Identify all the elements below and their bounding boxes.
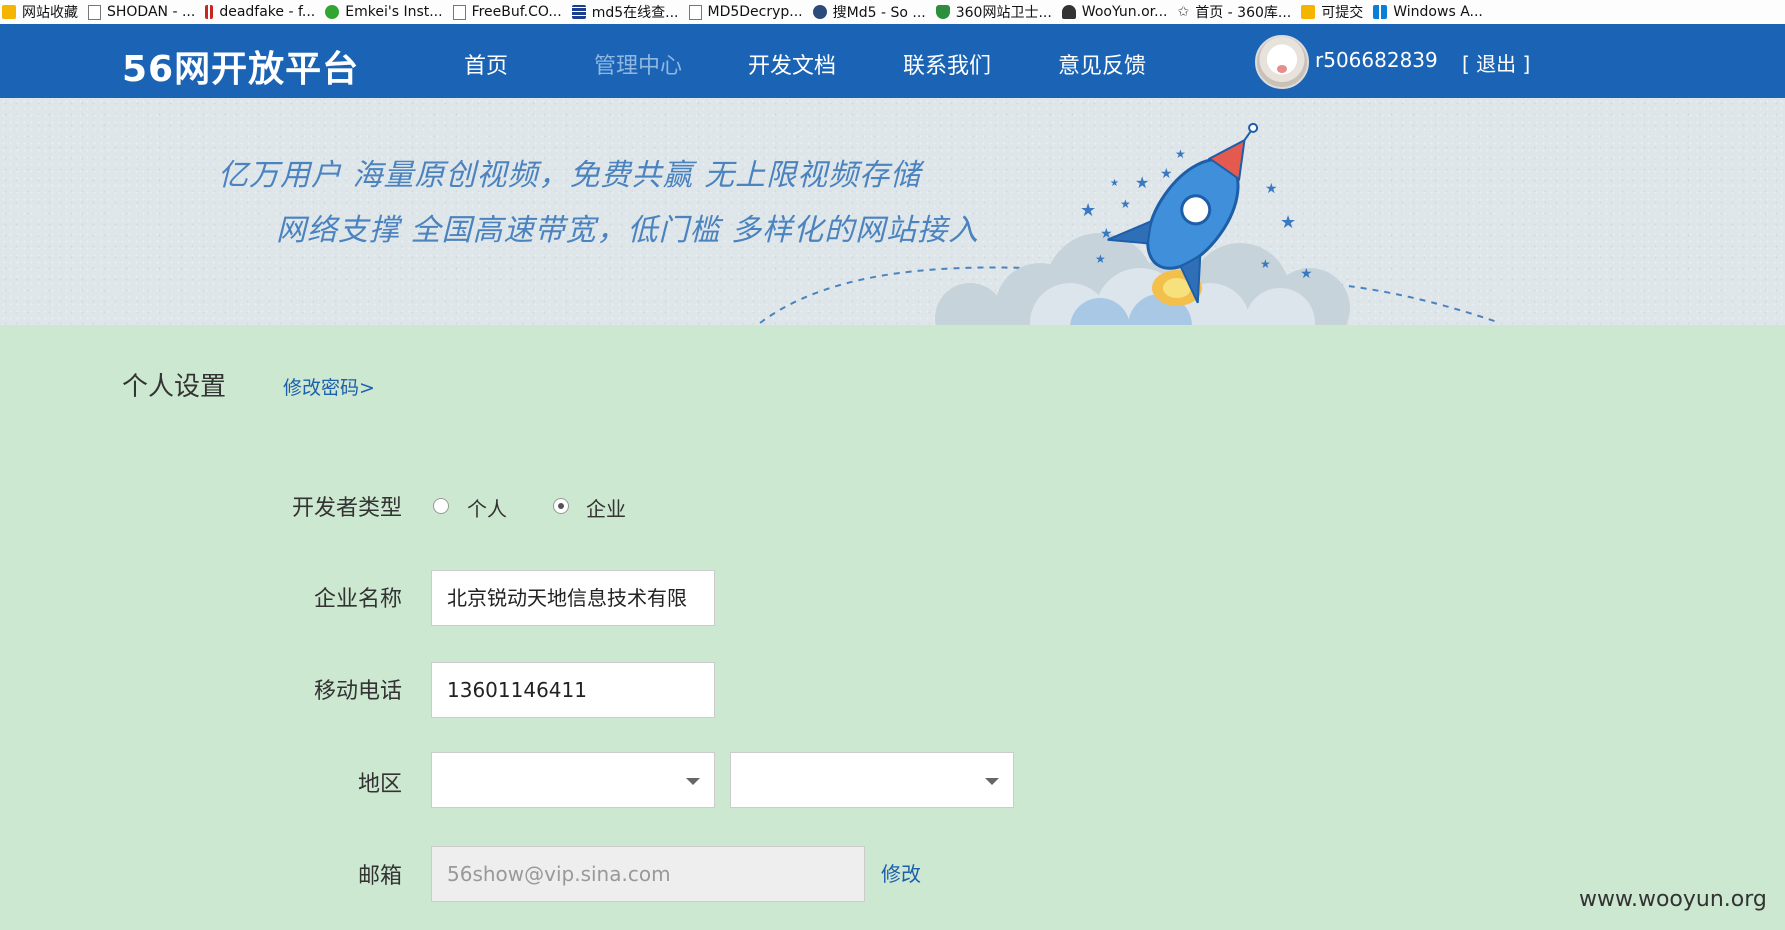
developer-type-label: 开发者类型 (291, 496, 402, 521)
watermark: www.wooyun.org (1579, 887, 1767, 912)
bookmark-item[interactable]: 360网站卫士... (934, 0, 1060, 24)
promo-banner: 亿万用户 海量原创视频，免费共赢 无上限视频存储 网络支撑 全国高速带宽，低门槛… (0, 98, 1785, 325)
bookmark-label: 可提交 (1321, 5, 1364, 21)
bookmark-item[interactable]: Windows A... (1371, 0, 1491, 24)
bookmark-label: md5在线查... (591, 5, 679, 21)
username[interactable]: r506682839 (1315, 48, 1438, 72)
nav-dev-docs[interactable]: 开发文档 (748, 48, 836, 80)
nav-feedback[interactable]: 意见反馈 (1058, 48, 1146, 80)
bookmark-item[interactable]: md5在线查... (570, 0, 687, 24)
svg-text:★: ★ (1095, 252, 1106, 266)
bookmark-item[interactable]: 可提交 (1299, 0, 1371, 24)
bookmark-label: SHODAN - ... (107, 4, 196, 20)
bookmark-item[interactable]: 搜Md5 - So ... (811, 0, 934, 24)
province-select[interactable] (431, 752, 715, 808)
grid-icon (571, 5, 586, 19)
radio-enterprise-label[interactable]: 企业 (586, 493, 626, 522)
bookmark-label: 网站收藏 (22, 5, 78, 21)
company-name-label: 企业名称 (313, 587, 402, 612)
folder-icon (1301, 5, 1316, 19)
svg-text:★: ★ (1160, 166, 1173, 182)
chevron-down-icon (686, 778, 700, 785)
bookmark-label: Windows A... (1393, 4, 1483, 20)
rocket-illustration: ★★ ★★ ★★ ★★ ★★ ★★ (759, 122, 1501, 325)
logout-link[interactable]: [ 退出 ] (1462, 48, 1530, 77)
site-header: 56网开放平台 首页 管理中心 开发文档 联系我们 意见反馈 r50668283… (0, 24, 1785, 98)
nav-contact-us[interactable]: 联系我们 (903, 48, 991, 80)
svg-text:★: ★ (1080, 200, 1096, 221)
svg-text:★: ★ (1175, 147, 1186, 161)
bookmarks-bar: 网站收藏 SHODAN - ... deadfake - f... Emkei'… (0, 0, 1785, 25)
bookmark-item[interactable]: SHODAN - ... (86, 0, 203, 24)
bookmark-label: WooYun.or... (1081, 4, 1168, 20)
site-logo[interactable]: 56网开放平台 (122, 40, 359, 92)
nav-home[interactable]: 首页 (464, 48, 508, 80)
page-icon (452, 4, 466, 20)
bookmark-label: 搜Md5 - So ... (832, 5, 926, 21)
bars-icon (205, 5, 214, 19)
modify-email-link[interactable]: 修改 (881, 858, 921, 887)
company-name-input[interactable]: 北京锐动天地信息技术有限 (431, 570, 715, 626)
email-input: 56show@vip.sina.com (431, 846, 865, 902)
avatar[interactable] (1255, 35, 1309, 89)
city-select[interactable] (730, 752, 1014, 808)
nav-management-center[interactable]: 管理中心 (594, 48, 682, 80)
wooyun-icon (812, 5, 827, 19)
radio-individual[interactable] (433, 498, 449, 514)
svg-text:★: ★ (1110, 178, 1119, 189)
svg-text:★: ★ (1280, 212, 1296, 233)
svg-text:★: ★ (1260, 257, 1271, 271)
bookmark-item[interactable]: Emkei's Inst... (323, 0, 450, 24)
svg-text:★: ★ (1265, 181, 1278, 197)
folder-icon (2, 5, 16, 19)
change-password-link[interactable]: 修改密码> (283, 373, 375, 400)
page-title: 个人设置 (122, 372, 227, 402)
svg-text:★: ★ (1135, 173, 1149, 192)
svg-text:★: ★ (1120, 197, 1131, 211)
bookmark-label: Emkei's Inst... (345, 4, 443, 20)
bookmark-label: MD5Decryp... (707, 4, 803, 20)
page-icon (688, 4, 702, 20)
green-globe-icon (325, 5, 340, 19)
bookmark-label: FreeBuf.CO... (471, 4, 562, 20)
bookmark-label: 360网站卫士... (955, 5, 1052, 21)
svg-text:★: ★ (1300, 266, 1313, 282)
bookmark-item[interactable]: ✩ 首页 - 360库... (1175, 0, 1299, 24)
bookmark-item[interactable]: 网站收藏 (0, 0, 86, 24)
bookmark-item[interactable]: MD5Decryp... (687, 0, 811, 24)
radio-individual-label[interactable]: 个人 (467, 493, 507, 522)
radio-enterprise[interactable] (553, 498, 569, 514)
star-icon: ✩ (1177, 4, 1190, 20)
shield-icon (935, 5, 950, 19)
bookmark-item[interactable]: WooYun.or... (1060, 0, 1176, 24)
bookmark-label: 首页 - 360库... (1195, 5, 1292, 21)
bookmark-item[interactable]: FreeBuf.CO... (451, 0, 570, 24)
bookmark-item[interactable]: deadfake - f... (203, 0, 323, 24)
bookmark-label: deadfake - f... (219, 4, 316, 20)
mobile-phone-input[interactable]: 13601146411 (431, 662, 715, 718)
page-icon (88, 4, 101, 20)
email-label: 邮箱 (357, 864, 402, 889)
svg-text:★: ★ (1100, 226, 1113, 242)
mobile-phone-label: 移动电话 (313, 679, 402, 704)
chevron-down-icon (985, 778, 999, 785)
cloud-icon (1061, 5, 1076, 19)
windows-icon (1373, 5, 1388, 19)
region-label: 地区 (357, 772, 402, 797)
